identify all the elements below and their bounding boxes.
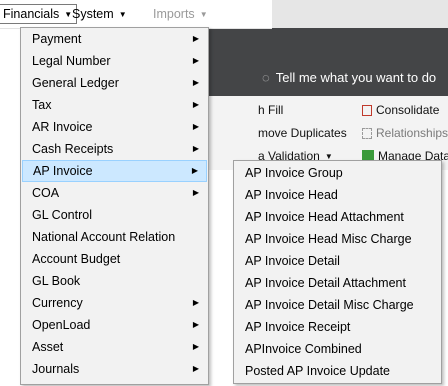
lightbulb-icon: ◌ — [262, 70, 270, 85]
flash-fill-button[interactable]: h Fill — [258, 103, 283, 117]
chevron-down-icon: ▼ — [118, 10, 127, 19]
chevron-right-icon: ▶ — [192, 56, 199, 65]
menu-item-journals[interactable]: Journals ▶ — [22, 358, 207, 380]
menu-item-currency[interactable]: Currency ▶ — [22, 292, 207, 314]
submenu-item-apinvoice-combined[interactable]: APInvoice Combined — [235, 338, 440, 360]
consolidate-button[interactable]: Consolidate — [362, 103, 439, 117]
financials-menu: Payment ▶ Legal Number ▶ General Ledger ▶ T… — [20, 27, 209, 385]
menu-item-ap-invoice[interactable]: AP Invoice ▶ — [22, 160, 207, 182]
submenu-item-posted-ap-invoice-update[interactable]: Posted AP Invoice Update — [235, 360, 440, 382]
menu-item-national-account-relation[interactable]: National Account Relation — [22, 226, 207, 248]
add-in-menubar: Financials ▼ System ▼ Imports ▼ — [0, 0, 272, 29]
menu-item-account-budget[interactable]: Account Budget — [22, 248, 207, 270]
chevron-right-icon: ▶ — [192, 144, 199, 153]
remove-duplicates-button[interactable]: move Duplicates — [258, 126, 347, 140]
chevron-right-icon: ▶ — [192, 188, 199, 197]
relationships-button[interactable]: Relationships — [362, 126, 448, 140]
submenu-item-ap-invoice-head[interactable]: AP Invoice Head — [235, 184, 440, 206]
menu-item-coa[interactable]: COA ▶ — [22, 182, 207, 204]
chevron-right-icon: ▶ — [192, 364, 199, 373]
submenu-item-ap-invoice-detail-misc-charge[interactable]: AP Invoice Detail Misc Charge — [235, 294, 440, 316]
chevron-right-icon: ▶ — [192, 342, 199, 351]
menu-item-gl-book[interactable]: GL Book — [22, 270, 207, 292]
chevron-right-icon: ▶ — [192, 78, 199, 87]
chevron-down-icon: ▼ — [199, 10, 208, 19]
menu-item-asset[interactable]: Asset ▶ — [22, 336, 207, 358]
chevron-right-icon: ▶ — [192, 34, 199, 43]
submenu-item-ap-invoice-group[interactable]: AP Invoice Group — [235, 162, 440, 184]
menubar-financials[interactable]: Financials ▼ — [0, 4, 78, 24]
menubar-system[interactable]: System ▼ — [68, 5, 131, 23]
chevron-right-icon: ▶ — [192, 122, 199, 131]
menu-item-general-ledger[interactable]: General Ledger ▶ — [22, 72, 207, 94]
menu-item-openload[interactable]: OpenLoad ▶ — [22, 314, 207, 336]
relationships-icon — [362, 128, 372, 139]
chevron-right-icon: ▶ — [191, 166, 198, 175]
menu-item-payment[interactable]: Payment ▶ — [22, 28, 207, 50]
ap-invoice-submenu: AP Invoice Group AP Invoice Head AP Invo… — [233, 160, 442, 384]
tell-me-search[interactable]: ◌ Tell me what you want to do — [262, 70, 436, 85]
menu-item-gl-control[interactable]: GL Control — [22, 204, 207, 226]
submenu-item-ap-invoice-head-misc-charge[interactable]: AP Invoice Head Misc Charge — [235, 228, 440, 250]
menu-item-ar-invoice[interactable]: AR Invoice ▶ — [22, 116, 207, 138]
chevron-right-icon: ▶ — [192, 298, 199, 307]
menubar-imports[interactable]: Imports ▼ — [149, 5, 212, 23]
ribbon-tab-strip — [208, 28, 448, 96]
submenu-item-ap-invoice-head-attachment[interactable]: AP Invoice Head Attachment — [235, 206, 440, 228]
menu-item-legal-number[interactable]: Legal Number ▶ — [22, 50, 207, 72]
consolidate-icon — [362, 105, 372, 116]
submenu-item-ap-invoice-receipt[interactable]: AP Invoice Receipt — [235, 316, 440, 338]
chevron-right-icon: ▶ — [192, 100, 199, 109]
submenu-item-ap-invoice-detail-attachment[interactable]: AP Invoice Detail Attachment — [235, 272, 440, 294]
submenu-item-ap-invoice-detail[interactable]: AP Invoice Detail — [235, 250, 440, 272]
menu-item-cash-receipts[interactable]: Cash Receipts ▶ — [22, 138, 207, 160]
chevron-right-icon: ▶ — [192, 320, 199, 329]
menu-item-tax[interactable]: Tax ▶ — [22, 94, 207, 116]
